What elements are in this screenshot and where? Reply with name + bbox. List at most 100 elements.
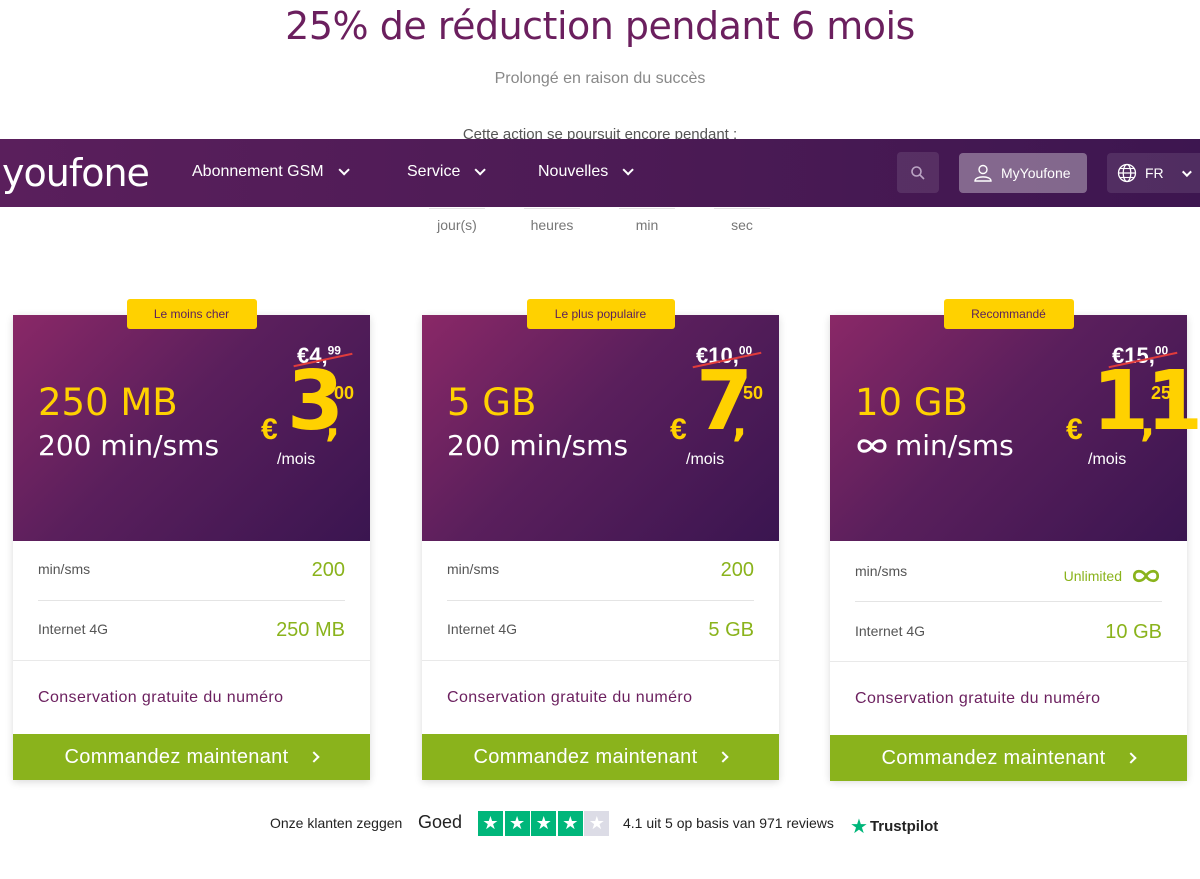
divider [830, 661, 1187, 662]
plan-card-10gb: Recommandé 10 GB min/sms €15,00 € 11 , 2… [830, 299, 1200, 781]
myyoufone-label: MyYoufone [1001, 165, 1071, 181]
row-label: Internet 4G [447, 621, 518, 637]
row-label: Internet 4G [855, 623, 926, 639]
star-icon: ★ [531, 811, 557, 836]
row-label: min/sms [447, 561, 500, 577]
price-comma: , [1140, 400, 1155, 446]
plan-data-amount: 5 GB [447, 381, 537, 424]
order-button-label: Commandez maintenant [64, 745, 289, 768]
price-comma: , [732, 400, 747, 446]
promo-title: 25% de réduction pendant 6 mois [285, 4, 915, 48]
row-label: min/sms [38, 561, 91, 577]
order-button-label: Commandez maintenant [881, 746, 1106, 769]
language-label: FR [1145, 165, 1164, 181]
trustpilot-widget[interactable]: Onze klanten zeggen Goed ★ ★ ★ ★ ★ 4.1 u… [0, 810, 1200, 840]
currency-symbol: € [670, 413, 687, 446]
chevron-right-icon [308, 751, 321, 763]
star-icon: ★ [504, 811, 530, 836]
number-portability-text: Conservation gratuite du numéro [855, 690, 1101, 707]
plan-header: 5 GB 200 min/sms €10,00 € 7 , 50 /mois [422, 315, 779, 541]
row-value: Unlimited [1064, 567, 1162, 585]
divider [422, 660, 779, 661]
promo-subtitle: Prolongé en raison du succès [494, 70, 706, 87]
star-icon: ★ [557, 811, 583, 836]
plan-badge: Le moins cher [126, 299, 257, 329]
row-label: min/sms [855, 563, 908, 579]
divider [447, 600, 754, 601]
nav-item-abonnement[interactable]: Abonnement GSM [192, 163, 350, 181]
countdown-label: sec [731, 217, 753, 233]
divider [855, 601, 1162, 602]
trustpilot-stars: ★ ★ ★ ★ ★ [478, 811, 611, 836]
plan-header: 10 GB min/sms €15,00 € 11 , 25 /mois [830, 315, 1200, 541]
divider [13, 660, 370, 661]
plan-minutes: 200 min/sms [447, 429, 629, 462]
trustpilot-intro: Onze klanten zeggen [270, 815, 403, 831]
plan-minutes: min/sms [855, 429, 1014, 462]
globe-icon [1117, 163, 1137, 183]
chevron-down-icon [338, 164, 350, 176]
star-icon: ★ [584, 811, 610, 836]
price-period: /mois [686, 451, 725, 468]
order-button-label: Commandez maintenant [473, 745, 698, 768]
chevron-down-icon [622, 164, 635, 176]
trustpilot-star-icon: ★ [850, 816, 868, 838]
trustpilot-rating-word: Goed [418, 812, 463, 832]
nav-item-service[interactable]: Service [407, 163, 487, 181]
trustpilot-logo: ★ Trustpilot [850, 814, 938, 839]
language-selector[interactable]: FR [1107, 153, 1200, 193]
plan-card-5gb: Le plus populaire 5 GB 200 min/sms €10,0… [422, 299, 779, 780]
trustpilot-brand: Trustpilot [869, 818, 939, 835]
plan-card-250mb: Le moins cher 250 MB 200 min/sms €4,99 €… [13, 299, 370, 780]
row-label: Internet 4G [38, 621, 109, 637]
trustpilot-summary: 4.1 uit 5 op basis van 971 reviews [623, 815, 834, 831]
order-button[interactable]: Commandez maintenant [830, 735, 1187, 781]
star-icon: ★ [478, 811, 503, 836]
order-button[interactable]: Commandez maintenant [13, 734, 370, 780]
nav-item-label: Service [407, 163, 461, 180]
main-navbar: youfone Abonnement GSM Service Nouvelles… [0, 139, 1200, 207]
row-value: 200 [311, 559, 345, 581]
row-value: 5 GB [708, 619, 754, 641]
number-portability-text: Conservation gratuite du numéro [447, 689, 693, 706]
chevron-down-icon [474, 164, 487, 176]
countdown-label: jour(s) [437, 217, 477, 233]
currency-symbol: € [1066, 413, 1083, 446]
infinity-icon [857, 438, 887, 453]
user-icon [973, 163, 993, 183]
plan-minutes: 200 min/sms [38, 429, 220, 462]
price-decimal: 25 [1151, 383, 1172, 403]
countdown-label: heures [530, 217, 574, 233]
chevron-right-icon [1125, 752, 1138, 764]
chevron-down-icon [1181, 166, 1192, 177]
plan-badge: Le plus populaire [526, 299, 675, 329]
unlimited-label: Unlimited [1063, 568, 1122, 584]
search-button[interactable] [897, 152, 939, 193]
price-comma: , [325, 400, 340, 446]
currency-symbol: € [261, 413, 278, 446]
nav-item-nouvelles[interactable]: Nouvelles [538, 163, 635, 181]
search-icon [911, 165, 925, 180]
price-period: /mois [1088, 451, 1127, 468]
row-value: 200 [720, 559, 754, 581]
plan-data-amount: 10 GB [855, 381, 968, 424]
countdown-label: min [635, 217, 659, 233]
price-period: /mois [277, 451, 316, 468]
plan-header: 250 MB 200 min/sms €4,99 € 3 , 00 /mois [13, 315, 370, 541]
order-button[interactable]: Commandez maintenant [422, 734, 779, 780]
nav-item-label: Abonnement GSM [192, 163, 324, 180]
price-decimal: 50 [743, 383, 764, 403]
price-decimal: 00 [334, 383, 355, 403]
row-value: 250 MB [276, 619, 345, 641]
infinity-icon [1132, 569, 1160, 583]
youfone-logo[interactable]: youfone [2, 151, 150, 195]
number-portability-text: Conservation gratuite du numéro [38, 689, 284, 706]
plan-badge: Recommandé [943, 299, 1074, 329]
divider [38, 600, 345, 601]
myyoufone-button[interactable]: MyYoufone [959, 153, 1087, 193]
chevron-right-icon [717, 751, 730, 763]
nav-item-label: Nouvelles [538, 163, 609, 180]
plan-data-amount: 250 MB [38, 381, 178, 424]
plan-minutes-label: min/sms [895, 429, 1014, 462]
row-value: 10 GB [1105, 621, 1162, 643]
